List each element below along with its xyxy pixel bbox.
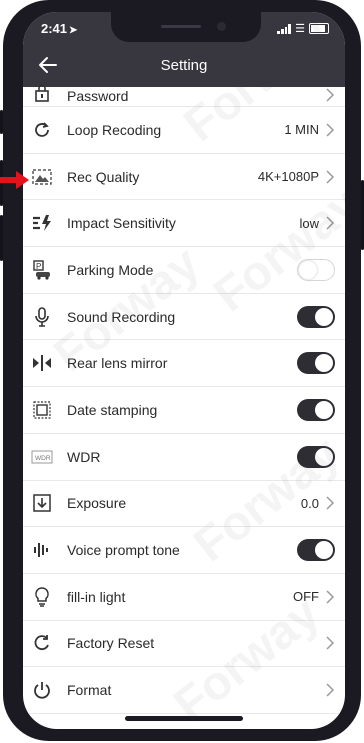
loop-icon [31,119,53,141]
chevron-right-icon[interactable] [325,86,337,104]
toggle-switch[interactable] [297,539,335,562]
setting-row-impact-sensitivity[interactable]: Impact Sensitivity low [23,200,345,248]
setting-label: Impact Sensitivity [67,215,176,232]
setting-row-wdr[interactable]: WDR WDR [23,434,345,481]
setting-label: Password [67,88,129,104]
chevron-right-icon[interactable] [325,168,337,186]
power-icon [31,679,53,701]
signal-icon [277,23,292,34]
settings-list: Password Loop Recoding 1 MIN Rec Quality 4K+… [23,84,345,714]
lock-icon [31,82,53,104]
toggle-knob [315,354,333,373]
setting-row-factory-reset[interactable]: Factory Reset [23,621,345,668]
parking-icon: P [31,259,53,281]
chevron-right-icon[interactable] [325,214,337,232]
speaker-grille [161,25,201,28]
setting-row-date-stamping[interactable]: Date stamping [23,387,345,434]
microphone-icon [31,306,53,328]
reset-icon [31,632,53,654]
status-time: 2:41 ➤ [41,21,78,36]
toggle-switch[interactable] [297,258,335,281]
toggle-switch[interactable] [297,305,335,328]
setting-row-rec-quality[interactable]: Rec Quality 4K+1080P [23,154,345,201]
lightbulb-icon [31,586,53,608]
setting-label: Format [67,682,112,699]
setting-label: WDR [67,448,101,465]
battery-icon [309,23,329,34]
side-button [0,110,3,134]
voice-tone-icon [31,539,53,561]
setting-row-fill-in-light[interactable]: fill-in light OFF [23,574,345,621]
camera-notch [111,12,261,42]
toggle-knob [299,260,317,279]
setting-value: OFF [293,589,319,605]
chevron-right-icon[interactable] [325,121,337,139]
location-arrow-icon: ➤ [69,25,78,36]
phone-frame: 2:41 ➤ ☰ Setting Password Loop Recoding 1 M… [0,0,364,741]
setting-label: Factory Reset [67,635,155,652]
setting-row-rear-lens-mirror[interactable]: Rear lens mirror [23,340,345,388]
setting-value: low [299,215,319,231]
toggle-knob [315,447,333,466]
setting-value: 1 MIN [284,122,319,138]
header-bar: 2:41 ➤ ☰ Setting [23,12,345,87]
date-stamp-icon [31,399,53,421]
setting-label: Parking Mode [67,261,154,278]
toggle-knob [315,307,333,326]
chevron-right-icon[interactable] [325,634,337,652]
toggle-switch[interactable] [297,398,335,421]
page-title: Setting [160,57,208,74]
setting-label: Date stamping [67,401,158,418]
toggle-knob [315,400,333,419]
toggle-switch[interactable] [297,352,335,375]
setting-value: 4K+1080P [257,169,319,185]
quality-icon [31,166,53,188]
setting-row-exposure[interactable]: Exposure 0.0 [23,481,345,528]
setting-row-loop-recoding[interactable]: Loop Recoding 1 MIN [23,107,345,154]
setting-label: Loop Recoding [67,121,162,138]
setting-label: fill-in light [67,588,126,605]
wdr-icon: WDR [31,446,53,468]
toggle-switch[interactable] [297,445,335,468]
setting-row-parking-mode[interactable]: P Parking Mode [23,247,345,294]
app-screen: 2:41 ➤ ☰ Setting Password Loop Recoding 1 M… [23,12,345,729]
volume-down-button [0,215,3,261]
impact-icon [31,212,53,234]
setting-row-sound-recording[interactable]: Sound Recording [23,294,345,341]
chevron-right-icon[interactable] [325,494,337,512]
front-camera [217,22,226,31]
setting-label: Sound Recording [67,308,176,325]
setting-value: 0.0 [300,495,319,511]
setting-row-password[interactable]: Password [23,84,345,107]
wifi-icon: ☰ [295,23,305,35]
setting-label: Voice prompt tone [67,542,180,559]
toggle-knob [315,541,333,560]
svg-text:P: P [36,262,41,271]
setting-label: Exposure [67,495,127,512]
mirror-icon [31,352,53,374]
home-indicator[interactable] [125,716,243,721]
pointer-arrow-icon [0,171,29,189]
setting-label: Rear lens mirror [67,355,168,372]
chevron-right-icon[interactable] [325,681,337,699]
status-icons: ☰ [277,22,329,35]
setting-label: Rec Quality [67,168,140,185]
svg-text:WDR: WDR [35,455,51,462]
chevron-right-icon[interactable] [325,588,337,606]
setting-row-format[interactable]: Format [23,667,345,714]
setting-row-voice-prompt-tone[interactable]: Voice prompt tone [23,527,345,574]
exposure-icon [31,492,53,514]
